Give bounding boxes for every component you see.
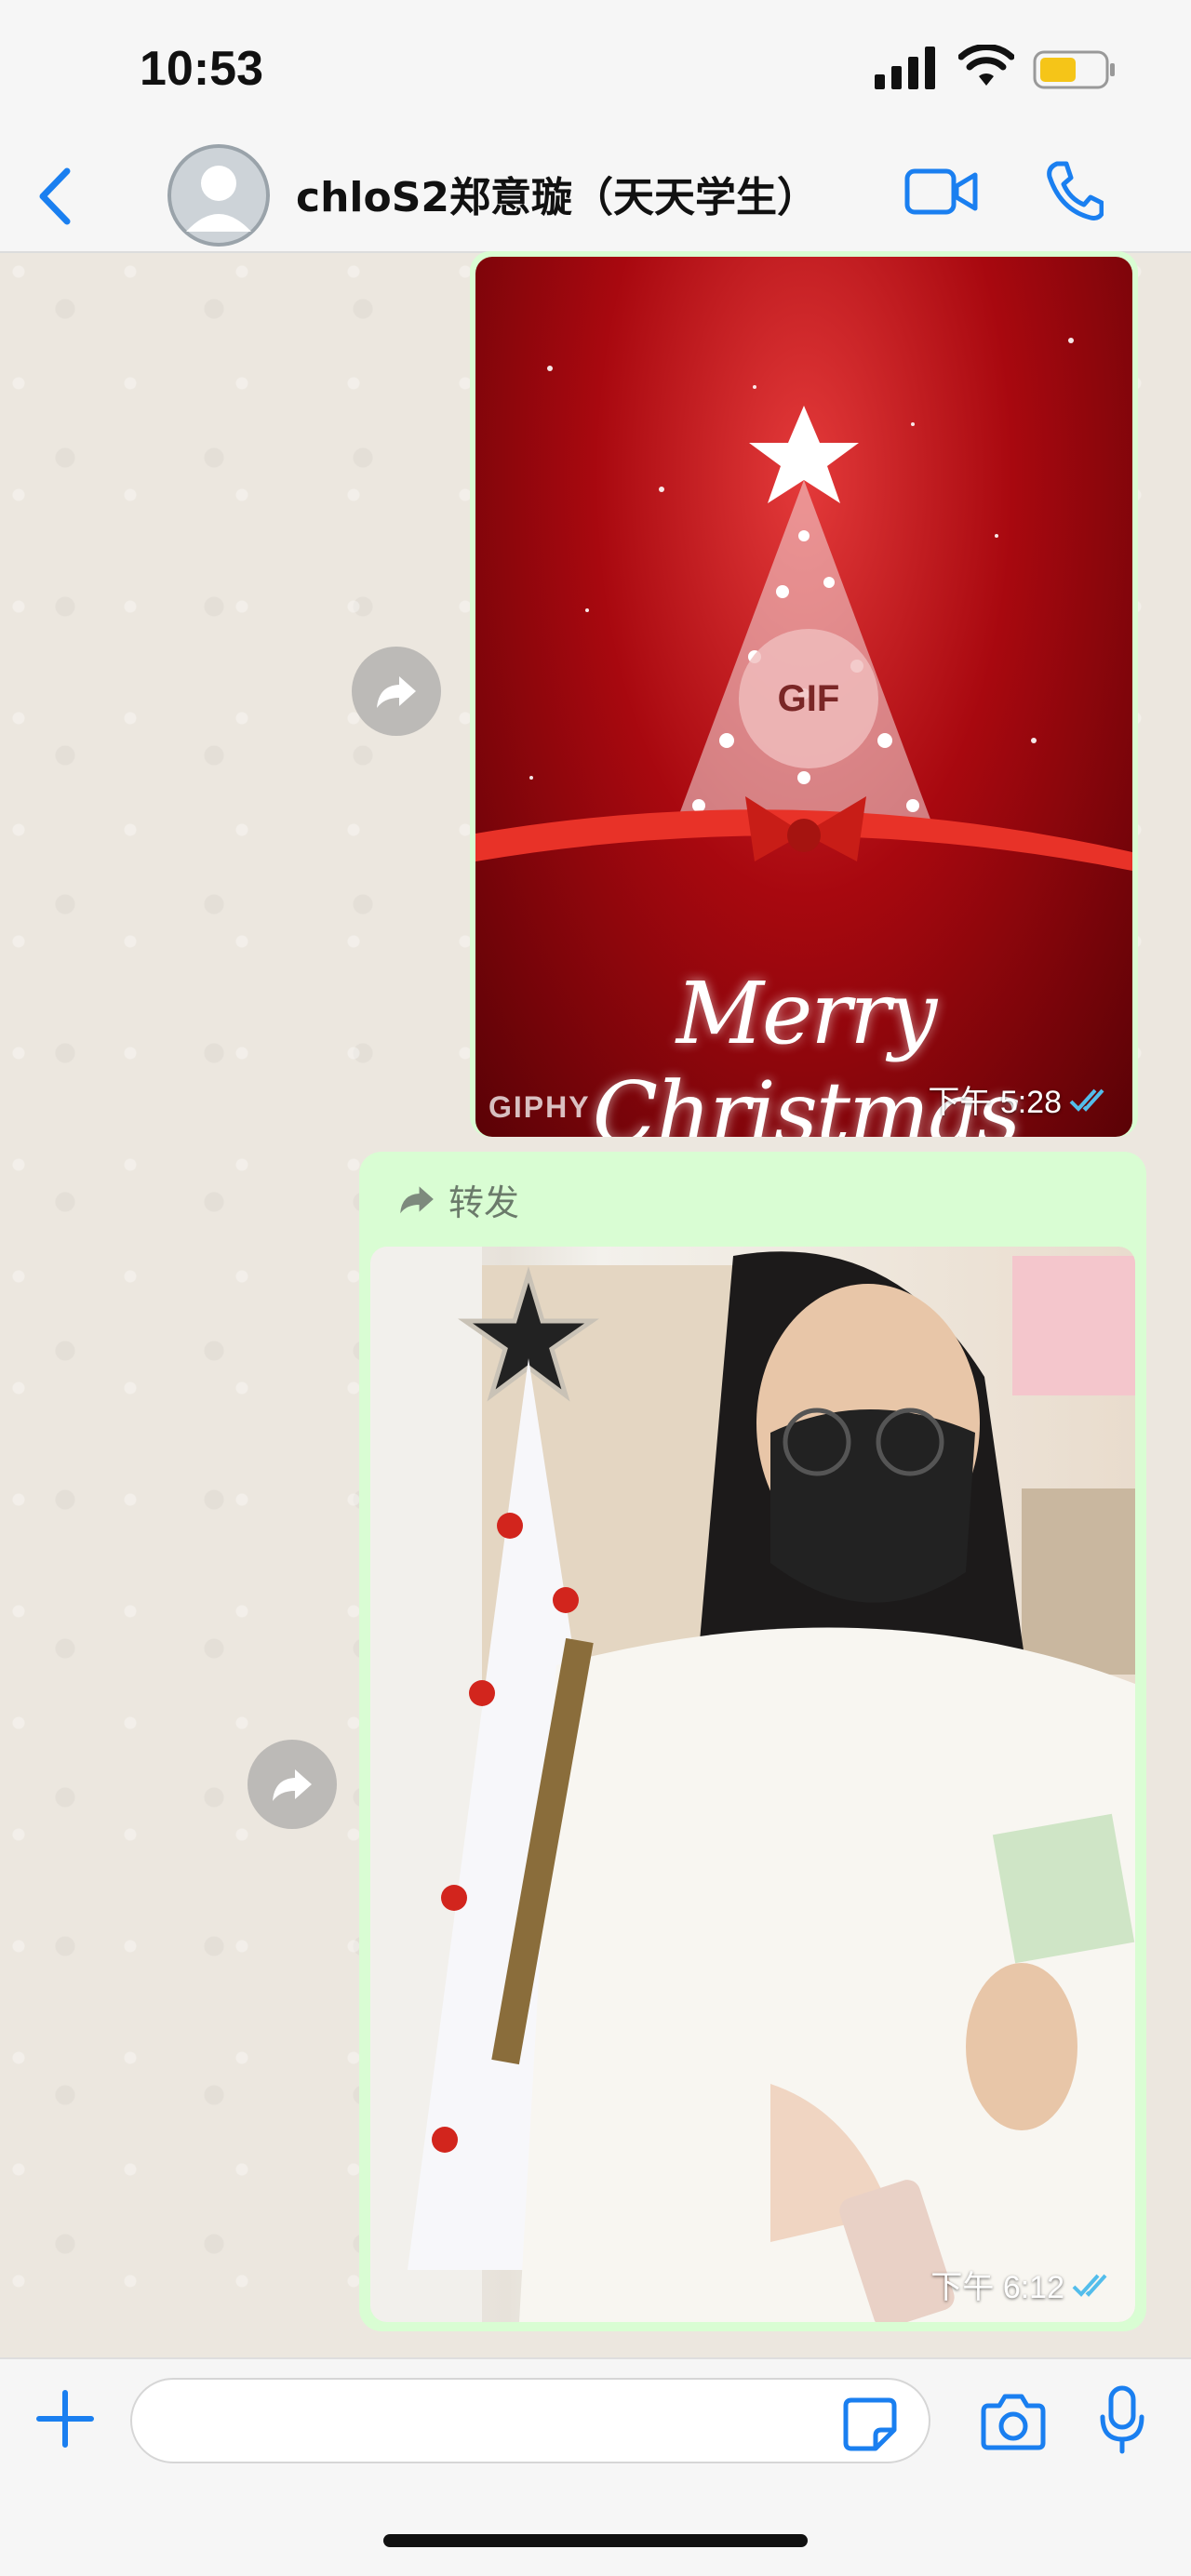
chevron-left-icon[interactable] <box>32 166 78 227</box>
message-meta: 下午 6:12 <box>930 2262 1117 2307</box>
gif-badge[interactable]: GIF <box>739 629 878 768</box>
home-indicator <box>383 2534 808 2547</box>
message-time: 下午 5:28 <box>928 1085 1062 1120</box>
composer-bar <box>0 2357 1191 2576</box>
phone-icon[interactable] <box>1044 158 1104 223</box>
battery-icon <box>1033 50 1115 89</box>
message-bubble-gif[interactable]: GIF Merry Christmas GIPHY 下午 5:28 <box>470 251 1138 1137</box>
message-meta: 下午 5:28 <box>928 1076 1114 1122</box>
chat-header: chloS2郑意璇（天天学生） <box>0 140 1191 253</box>
plus-icon[interactable] <box>35 2389 95 2449</box>
sticker-icon[interactable] <box>842 2396 898 2452</box>
message-input[interactable] <box>130 2378 930 2463</box>
forwarded-indicator: 转发 <box>370 1152 1135 1247</box>
wifi-icon <box>958 45 1014 86</box>
video-camera-icon[interactable] <box>904 164 979 220</box>
camera-icon[interactable] <box>981 2393 1046 2450</box>
photo-image <box>370 1247 1135 2322</box>
forward-arrow-icon <box>377 676 416 708</box>
message-bubble-photo[interactable]: 转发 下午 6:12 <box>359 1152 1146 2331</box>
read-receipt-icon <box>1072 2274 1107 2297</box>
cellular-signal-icon <box>875 47 935 89</box>
status-time: 10:53 <box>140 42 263 96</box>
contact-name[interactable]: chloS2郑意璇（天天学生） <box>296 164 818 223</box>
gif-media[interactable]: GIF Merry Christmas GIPHY 下午 5:28 <box>475 257 1132 1137</box>
default-avatar-icon <box>167 144 270 247</box>
giphy-label: GIPHY <box>488 1090 591 1124</box>
forwarded-icon <box>400 1186 434 1214</box>
message-time: 下午 6:12 <box>930 2270 1064 2305</box>
read-receipt-icon <box>1069 1088 1104 1112</box>
status-bar: 10:53 <box>0 0 1191 140</box>
forward-button[interactable] <box>248 1740 337 1829</box>
photo-media[interactable]: 下午 6:12 <box>370 1247 1135 2322</box>
forward-button[interactable] <box>352 647 441 736</box>
forward-arrow-icon <box>273 1769 312 1801</box>
forwarded-label: 转发 <box>448 1181 520 1223</box>
avatar[interactable] <box>167 144 270 247</box>
microphone-icon[interactable] <box>1098 2385 1146 2454</box>
